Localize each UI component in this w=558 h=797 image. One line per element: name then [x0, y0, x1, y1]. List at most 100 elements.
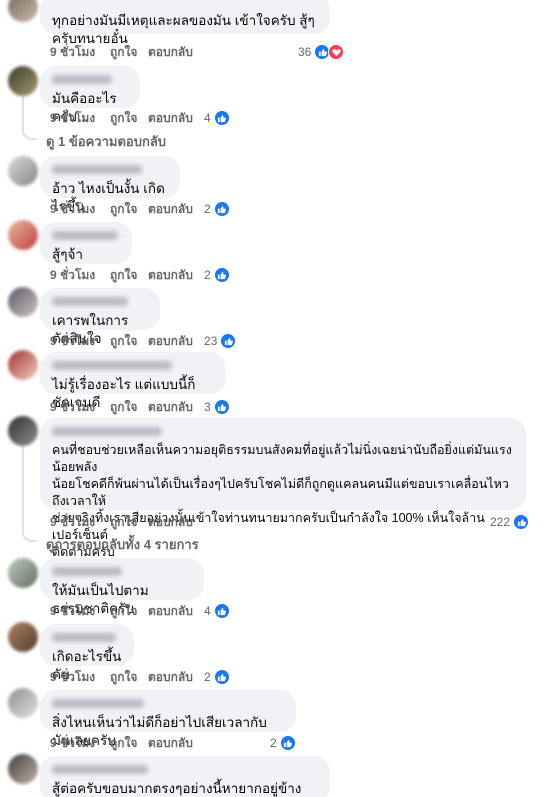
- like-icon: [513, 514, 530, 530]
- reaction-number: 23: [204, 334, 218, 348]
- comment-actions: 9 ชั่วโมง ถูกใจ ตอบกลับ: [50, 398, 208, 416]
- like-icon: [213, 201, 230, 217]
- reply-button[interactable]: ตอบกลับ: [148, 332, 208, 350]
- reaction-count[interactable]: 2: [204, 200, 230, 218]
- reaction-number: 2: [204, 202, 211, 216]
- reaction-number: 4: [204, 111, 211, 125]
- like-button[interactable]: ถูกใจ: [110, 513, 148, 531]
- timestamp[interactable]: 9 ชั่วโมง: [50, 398, 110, 416]
- view-replies-link[interactable]: ดู 1 ข้อความตอบกลับ: [46, 131, 166, 152]
- avatar[interactable]: [8, 287, 38, 317]
- comment-bubble: เกิดอะไรขึ้นคับ: [40, 624, 134, 682]
- avatar[interactable]: [8, 622, 38, 652]
- reaction-number: 222: [490, 515, 511, 529]
- reaction-count[interactable]: 222: [490, 513, 530, 531]
- avatar[interactable]: [8, 66, 38, 96]
- comment-actions: 9 ชั่วโมง ถูกใจ ตอบกลับ: [50, 266, 208, 284]
- like-icon: [213, 603, 230, 619]
- commenter-name-blurred: [52, 633, 116, 642]
- commenter-name-blurred: [52, 165, 142, 174]
- avatar[interactable]: [8, 416, 38, 446]
- reaction-count[interactable]: 4: [204, 109, 230, 127]
- comment-actions: 9 ชั่วโมง ถูกใจ ตอบกลับ: [50, 109, 208, 127]
- like-button[interactable]: ถูกใจ: [110, 668, 148, 686]
- reaction-number: 4: [204, 604, 211, 618]
- reaction-count[interactable]: 2: [204, 266, 230, 284]
- reply-button[interactable]: ตอบกลับ: [148, 109, 208, 127]
- like-button[interactable]: ถูกใจ: [110, 43, 148, 61]
- avatar[interactable]: [8, 688, 38, 718]
- comment-actions: 9 ชั่วโมง ถูกใจ ตอบกลับ: [50, 513, 208, 531]
- reaction-count[interactable]: 36: [298, 43, 345, 61]
- avatar[interactable]: [8, 754, 38, 784]
- thread-line: [22, 446, 24, 530]
- like-button[interactable]: ถูกใจ: [110, 332, 148, 350]
- commenter-name-blurred: [52, 231, 118, 240]
- reaction-number: 2: [204, 268, 211, 282]
- commenter-name-blurred: [52, 567, 122, 576]
- reaction-count[interactable]: 3: [204, 398, 230, 416]
- reply-button[interactable]: ตอบกลับ: [148, 398, 208, 416]
- comment-bubble: อ้าว ไหงเป็นงั้น เกิดไรขึ้น: [40, 156, 180, 214]
- reaction-count[interactable]: 23: [204, 332, 237, 350]
- like-button[interactable]: ถูกใจ: [110, 734, 148, 752]
- like-icon: [213, 399, 230, 415]
- commenter-name-blurred: [52, 427, 162, 436]
- avatar[interactable]: [8, 558, 38, 588]
- reaction-count[interactable]: 2: [204, 668, 230, 686]
- like-button[interactable]: ถูกใจ: [110, 266, 148, 284]
- comment-bubble: ทุกอย่างมันมีเหตุและผลของมัน เข้าใจครับ …: [40, 0, 330, 46]
- like-icon: [213, 669, 230, 685]
- like-button[interactable]: ถูกใจ: [110, 109, 148, 127]
- comment-bubble: ให้มันเป็นไปตามธรรมชาติครับ: [40, 558, 204, 616]
- reaction-count[interactable]: 2: [270, 734, 296, 752]
- comment-actions: 9 ชั่วโมง ถูกใจ ตอบกลับ: [50, 332, 208, 350]
- timestamp[interactable]: 9 ชั่วโมง: [50, 513, 110, 531]
- reply-button[interactable]: ตอบกลับ: [148, 602, 208, 620]
- comment-actions: 9 ชั่วโมง ถูกใจ ตอบกลับ: [50, 602, 208, 620]
- timestamp[interactable]: 9 ชั่วโมง: [50, 734, 110, 752]
- avatar[interactable]: [8, 220, 38, 250]
- avatar[interactable]: [8, 350, 38, 380]
- reply-button[interactable]: ตอบกลับ: [148, 43, 208, 61]
- timestamp[interactable]: 9 ชั่วโมง: [50, 43, 110, 61]
- comment-bubble: คนที่ชอบช่วยเหลือเห็นความอยุติธรรมบนสังค…: [40, 418, 526, 559]
- thread-connector: [22, 128, 36, 140]
- comment-text: สู้ต่อครับขอบมากตรงๆอย่างนี้หายากอยู่ข้า…: [52, 781, 302, 796]
- avatar[interactable]: [8, 156, 38, 186]
- comment-text: สู้ๆจ้า: [52, 247, 83, 262]
- heart-icon: [328, 44, 345, 60]
- comment-actions: 9 ชั่วโมง ถูกใจ ตอบกลับ: [50, 668, 208, 686]
- reaction-number: 36: [298, 45, 312, 59]
- like-icon: [220, 333, 237, 349]
- comment-bubble: มันคืออะไร ครับ. .: [40, 66, 140, 124]
- commenter-name-blurred: [52, 765, 148, 774]
- view-replies-link[interactable]: ดูการตอบกลับทั้ง 4 รายการ: [46, 534, 199, 555]
- timestamp[interactable]: 9 ชั่วโมง: [50, 200, 110, 218]
- comment-bubble: เคารพในการตัดสินใจ: [40, 288, 160, 346]
- reply-button[interactable]: ตอบกลับ: [148, 513, 208, 531]
- timestamp[interactable]: 9 ชั่วโมง: [50, 266, 110, 284]
- avatar[interactable]: [8, 0, 38, 22]
- reaction-number: 2: [270, 736, 277, 750]
- comment-actions: 9 ชั่วโมง ถูกใจ ตอบกลับ: [50, 734, 208, 752]
- reply-button[interactable]: ตอบกลับ: [148, 734, 208, 752]
- commenter-name-blurred: [52, 75, 112, 84]
- like-icon: [279, 735, 296, 751]
- like-button[interactable]: ถูกใจ: [110, 200, 148, 218]
- timestamp[interactable]: 9 ชั่วโมง: [50, 668, 110, 686]
- reaction-number: 3: [204, 400, 211, 414]
- reply-button[interactable]: ตอบกลับ: [148, 668, 208, 686]
- comment-bubble: สู้ๆจ้า: [40, 222, 132, 264]
- like-button[interactable]: ถูกใจ: [110, 602, 148, 620]
- comment-bubble: สิ่งไหนเห็นว่าไม่ดีก็อย่าไปเสียเวลากับมั…: [40, 690, 296, 748]
- reply-button[interactable]: ตอบกลับ: [148, 200, 208, 218]
- reply-button[interactable]: ตอบกลับ: [148, 266, 208, 284]
- commenter-name-blurred: [52, 699, 144, 708]
- timestamp[interactable]: 9 ชั่วโมง: [50, 332, 110, 350]
- commenter-name-blurred: [52, 361, 172, 370]
- timestamp[interactable]: 9 ชั่วโมง: [50, 602, 110, 620]
- like-button[interactable]: ถูกใจ: [110, 398, 148, 416]
- reaction-count[interactable]: 4: [204, 602, 230, 620]
- timestamp[interactable]: 9 ชั่วโมง: [50, 109, 110, 127]
